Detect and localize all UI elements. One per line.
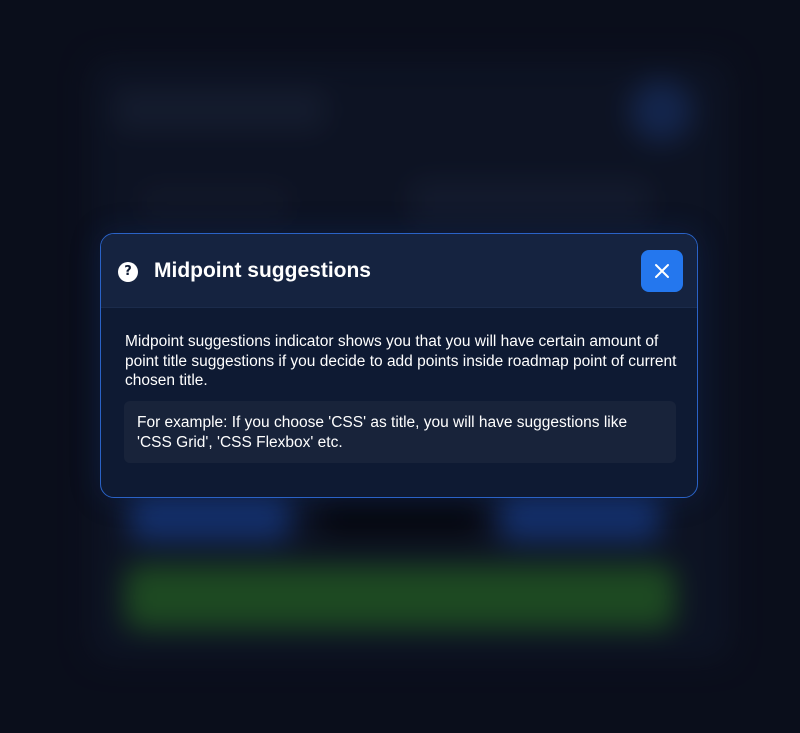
modal-header: ? Midpoint suggestions <box>101 234 697 308</box>
modal-title: Midpoint suggestions <box>154 259 371 282</box>
close-icon <box>655 264 669 278</box>
midpoint-suggestions-modal: ? Midpoint suggestions Midpoint suggesti… <box>100 233 698 498</box>
close-button[interactable] <box>641 250 683 292</box>
question-circle-icon: ? <box>118 262 138 282</box>
example-box: For example: If you choose 'CSS' as titl… <box>124 401 676 463</box>
modal-description: Midpoint suggestions indicator shows you… <box>125 333 677 389</box>
example-text: For example: If you choose 'CSS' as titl… <box>137 414 628 451</box>
